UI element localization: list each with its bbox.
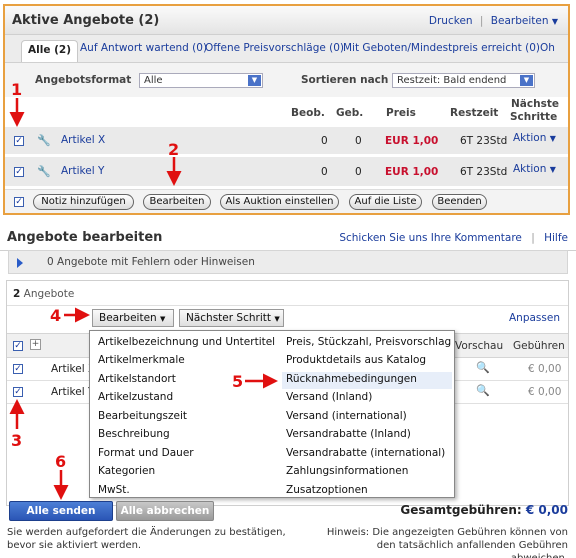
annotation-overlay xyxy=(9,98,278,500)
annotation-label: 3 xyxy=(11,431,23,450)
annotation-label: 6 xyxy=(55,452,67,471)
annotation-label: 4 xyxy=(50,306,62,325)
annotation-label: 1 xyxy=(11,80,23,99)
annotation-label: 5 xyxy=(232,372,244,391)
annotation-label: 2 xyxy=(168,140,180,159)
